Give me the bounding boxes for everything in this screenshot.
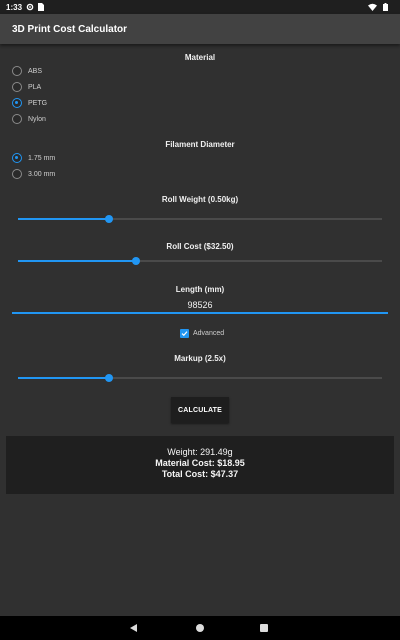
roll-cost-slider[interactable] — [18, 256, 382, 266]
markup-slider[interactable] — [18, 373, 382, 383]
back-icon[interactable] — [130, 624, 137, 632]
wifi-icon — [368, 3, 377, 11]
result-weight: Weight: 291.49g — [167, 447, 233, 457]
home-icon[interactable] — [196, 624, 204, 632]
result-total-cost: Total Cost: $47.37 — [161, 469, 239, 479]
radio-1-75mm[interactable]: 1.75 mm — [12, 152, 55, 164]
radio-label: PLA — [28, 83, 42, 91]
slider-thumb[interactable] — [105, 374, 113, 382]
advanced-checkbox-row[interactable]: Advanced — [180, 328, 224, 338]
advanced-label: Advanced — [193, 329, 225, 337]
check-icon — [181, 330, 188, 336]
result-material-cost: Material Cost: $18.95 — [155, 458, 245, 468]
length-input[interactable] — [12, 298, 388, 314]
settings-icon — [26, 3, 34, 11]
slider-thumb[interactable] — [105, 215, 113, 223]
radio-petg[interactable]: PETG — [12, 97, 47, 109]
radio-label: 3.00 mm — [28, 170, 56, 178]
roll-cost-label: Roll Cost ($32.50) — [166, 242, 234, 251]
results-panel: Weight: 291.49g Material Cost: $18.95 To… — [6, 436, 394, 494]
slider-fill — [18, 218, 109, 220]
radio-button-checked[interactable] — [12, 98, 22, 108]
radio-label: ABS — [28, 67, 43, 75]
radio-label: Nylon — [28, 115, 46, 123]
material-title: Material — [184, 53, 216, 62]
markup-label: Markup (2.5x) — [174, 354, 226, 363]
radio-button[interactable] — [12, 82, 22, 92]
diameter-title: Filament Diameter — [165, 140, 235, 149]
roll-weight-slider[interactable] — [18, 214, 382, 224]
battery-icon — [383, 3, 391, 11]
app-title: 3D Print Cost Calculator — [12, 23, 128, 35]
radio-nylon[interactable]: Nylon — [12, 113, 46, 125]
radio-button[interactable] — [12, 169, 22, 179]
sim-icon — [37, 3, 45, 11]
status-bar: 1:33 — [0, 0, 400, 14]
advanced-checkbox[interactable] — [180, 328, 189, 338]
radio-pla[interactable]: PLA — [12, 81, 41, 93]
calculate-button[interactable]: CALCULATE — [171, 397, 229, 423]
radio-abs[interactable]: ABS — [12, 65, 42, 77]
navigation-bar — [0, 616, 400, 640]
slider-thumb[interactable] — [132, 257, 141, 265]
length-label: Length (mm) — [175, 285, 225, 294]
roll-weight-label: Roll Weight (0.50kg) — [161, 195, 239, 204]
slider-fill — [18, 260, 137, 262]
radio-button[interactable] — [12, 114, 22, 124]
radio-button[interactable] — [12, 66, 22, 76]
radio-3-00mm[interactable]: 3.00 mm — [12, 168, 55, 180]
app-bar: 3D Print Cost Calculator — [0, 14, 400, 44]
radio-button-checked[interactable] — [12, 153, 22, 163]
recents-icon[interactable] — [260, 624, 268, 632]
slider-fill — [18, 377, 109, 379]
status-time: 1:33 — [6, 2, 23, 12]
radio-label: 1.75 mm — [28, 154, 56, 162]
radio-label: PETG — [28, 99, 48, 107]
